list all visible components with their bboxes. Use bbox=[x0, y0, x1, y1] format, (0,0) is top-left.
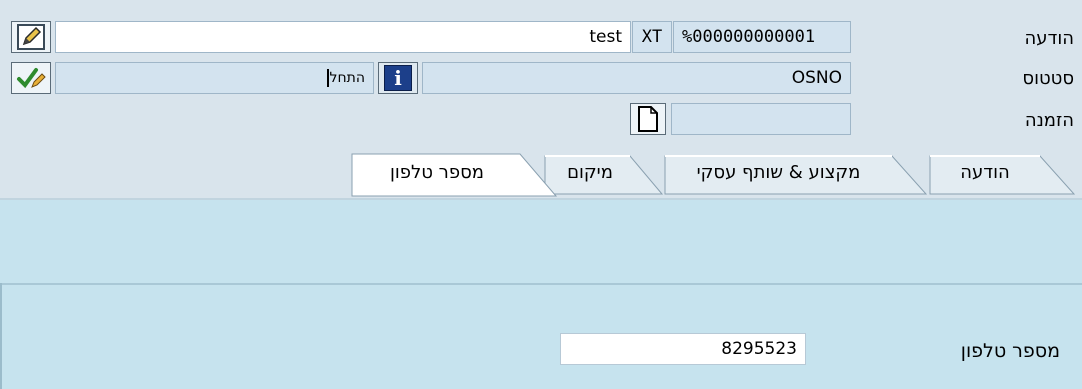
check-pencil-icon bbox=[17, 68, 46, 89]
status-text: התחל bbox=[329, 70, 365, 86]
content-divider bbox=[0, 283, 1082, 285]
tab-phone-number[interactable]: מספר טלפון bbox=[352, 156, 522, 196]
document-icon bbox=[638, 106, 658, 132]
tab-notification[interactable]: הודעה bbox=[930, 158, 1040, 196]
tab-profession-partner-label: מקצוע & שותף עסקי bbox=[696, 162, 861, 183]
notification-label: הודעה bbox=[1024, 28, 1074, 49]
text-cursor bbox=[326, 69, 329, 87]
status-text-field[interactable]: התחל bbox=[55, 62, 374, 94]
check-button[interactable] bbox=[11, 62, 51, 94]
info-icon: i bbox=[384, 65, 412, 91]
edit-button[interactable] bbox=[11, 21, 51, 53]
tab-location-label: מיקום bbox=[567, 162, 613, 183]
phone-number-input[interactable]: 8295523 bbox=[560, 333, 806, 365]
order-document-button[interactable] bbox=[630, 103, 666, 135]
tab-strip bbox=[0, 153, 1082, 200]
status-field[interactable]: OSNO bbox=[422, 62, 851, 94]
tab-notification-label: הודעה bbox=[960, 162, 1010, 183]
tab-phone-number-label: מספר טלפון bbox=[390, 162, 484, 183]
order-field[interactable] bbox=[671, 103, 851, 135]
tab-location[interactable]: מיקום bbox=[545, 158, 635, 196]
phone-number-label: מספר טלפון bbox=[960, 340, 1060, 362]
info-button[interactable]: i bbox=[378, 62, 418, 94]
edit-icon bbox=[17, 24, 45, 50]
order-label: הזמנה bbox=[1024, 110, 1074, 131]
notification-description-field[interactable]: test bbox=[55, 21, 631, 53]
content-left-edge bbox=[0, 283, 2, 389]
notification-type-field[interactable]: XT bbox=[632, 21, 672, 53]
tab-profession-partner[interactable]: מקצוע & שותף עסקי bbox=[665, 158, 892, 196]
status-label: סטטוס bbox=[1022, 68, 1074, 89]
notification-number-field[interactable]: %000000000001 bbox=[673, 21, 851, 53]
